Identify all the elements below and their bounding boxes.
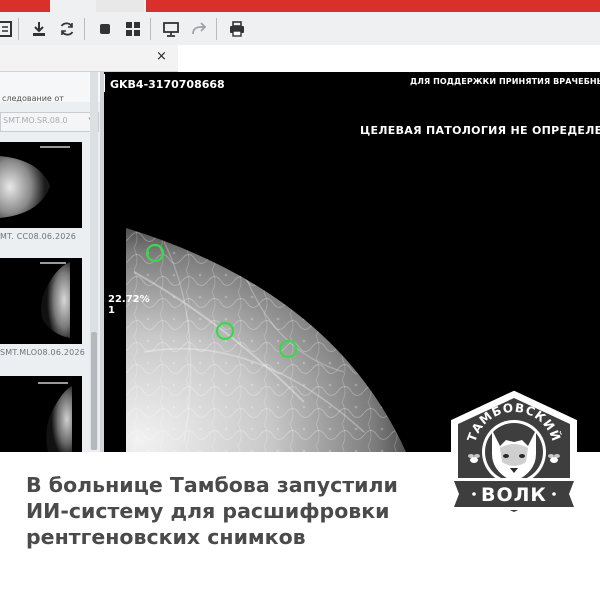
headline: В больнице Тамбова запустили ИИ-систему …	[26, 473, 398, 549]
stop-icon[interactable]	[96, 20, 114, 38]
study-date-label: следование от	[2, 94, 64, 103]
pathology-status: ЦЕЛЕВАЯ ПАТОЛОГИЯ НЕ ОПРЕДЕЛЕ	[360, 124, 600, 137]
toolbar-separator	[150, 18, 151, 40]
print-icon[interactable]	[228, 20, 246, 38]
toolbar-separator	[18, 18, 19, 40]
thumbnail-third[interactable]	[0, 376, 82, 452]
panel-header: следование от	[0, 72, 100, 103]
study-id: GKB4-3170708668	[110, 78, 225, 91]
redo-icon[interactable]	[190, 20, 208, 38]
close-icon[interactable]: ×	[156, 49, 167, 64]
toolbar-separator	[84, 18, 85, 40]
toolbar	[0, 0, 600, 45]
download-icon[interactable]	[30, 20, 48, 38]
ai-score-index: 1	[108, 305, 115, 316]
refresh-icon[interactable]	[58, 20, 76, 38]
decision-support-text: ДЛЯ ПОДДЕРЖКИ ПРИНЯТИЯ ВРАЧЕБНЫ	[410, 77, 600, 86]
grid-layout-icon[interactable]	[124, 20, 142, 38]
ai-score: 22.72% 1	[108, 294, 150, 316]
series-select[interactable]: SMT.MO.SR.08.0 ▼	[0, 112, 99, 132]
series-select-value: SMT.MO.SR.08.0	[3, 116, 68, 125]
ai-score-value: 22.72%	[108, 294, 150, 305]
red-header-strip-left	[0, 0, 50, 12]
monitor-icon[interactable]	[162, 20, 180, 38]
tambov-wolf-logo: ТАМБОВСКИЙ ВОЛК	[440, 390, 588, 520]
document-icon[interactable]	[0, 20, 14, 38]
viewer-corner-marker	[104, 74, 105, 92]
study-tab[interactable]: ×	[0, 45, 178, 72]
logo-bottom-text: ВОЛК	[481, 484, 547, 506]
toolbar-separator	[216, 18, 217, 40]
thumbnail-label: SMT.MLO08.06.2026	[0, 348, 86, 357]
thumbnail-label: MT. CC08.06.2026	[0, 232, 77, 241]
thumbnail-scrollbar-thumb[interactable]	[91, 332, 97, 450]
thumbnail-cc[interactable]	[0, 142, 82, 228]
thumbnail-panel: следование от SMT.MO.SR.08.0 ▼ MT. CC08.…	[0, 72, 100, 452]
header-tab-light	[96, 0, 144, 12]
red-header-strip-right	[146, 0, 600, 12]
thumbnail-mlo[interactable]	[0, 258, 82, 344]
